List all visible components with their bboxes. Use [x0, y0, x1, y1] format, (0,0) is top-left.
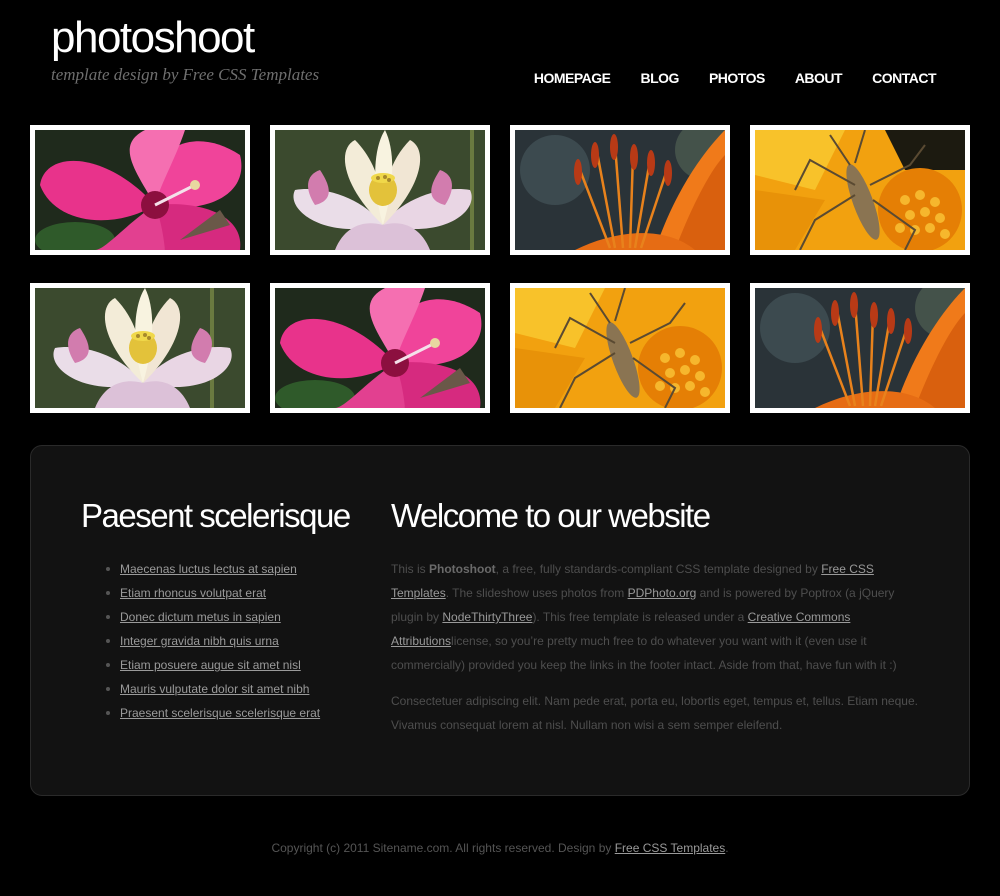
menu-homepage[interactable]: HOMEPAGE — [534, 70, 611, 86]
footer-end: . — [725, 841, 729, 855]
sidebar-link[interactable]: Integer gravida nibh quis urna — [120, 634, 279, 648]
pdphoto-link[interactable]: PDPhoto.org — [628, 586, 697, 600]
intro-text-g: license, so you’re pretty much free to d… — [391, 634, 897, 672]
logo-title: photoshoot — [51, 13, 255, 62]
lily-image — [515, 130, 725, 250]
menu-photos[interactable]: PHOTOS — [709, 70, 765, 86]
gallery-photo-lily-2[interactable] — [750, 283, 970, 413]
body-paragraph: Consectetuer adipiscing elit. Nam pede e… — [391, 694, 918, 732]
sidebar-link[interactable]: Maecenas luctus lectus at sapien — [120, 562, 297, 576]
list-item: Integer gravida nibh quis urna — [106, 629, 371, 653]
lotus-image — [275, 130, 485, 250]
list-item: Praesent scelerisque scelerisque erat — [106, 701, 371, 725]
content-title: Welcome to our website — [391, 497, 711, 534]
sidebar-link[interactable]: Donec dictum metus in sapien — [120, 610, 281, 624]
lily-image — [755, 288, 965, 408]
menu-contact[interactable]: CONTACT — [872, 70, 936, 86]
sidebar-title: Paesent scelerisque — [81, 497, 351, 534]
hibiscus-image — [35, 130, 245, 250]
gallery-photo-insect[interactable] — [750, 125, 970, 255]
hibiscus-image — [275, 288, 485, 408]
intro-template-name: Photoshoot — [429, 562, 496, 576]
footer: Copyright (c) 2011 Sitename.com. All rig… — [0, 841, 1000, 855]
gallery-photo-hibiscus[interactable] — [30, 125, 250, 255]
intro-text-a: This is — [391, 562, 430, 576]
intro-paragraph: This is Photoshoot, a free, fully standa… — [391, 557, 921, 677]
list-item: Donec dictum metus in sapien — [106, 605, 371, 629]
site-logo[interactable]: photoshoot template design by Free CSS Te… — [51, 14, 319, 85]
gallery-photo-lotus-2[interactable] — [30, 283, 250, 413]
list-item: Etiam posuere augue sit amet nisl — [106, 653, 371, 677]
gallery-photo-lily[interactable] — [510, 125, 730, 255]
footer-design-link[interactable]: Free CSS Templates — [615, 841, 726, 855]
sidebar-link[interactable]: Etiam posuere augue sit amet nisl — [120, 658, 301, 672]
gallery-photo-lotus[interactable] — [270, 125, 490, 255]
gallery-photo-insect-2[interactable] — [510, 283, 730, 413]
sidebar-link[interactable]: Mauris vulputate dolor sit amet nibh — [120, 682, 309, 696]
intro-text-c: , a free, fully standards-compliant CSS … — [495, 562, 818, 576]
lotus-image — [35, 288, 245, 408]
main-content: Welcome to our website This is Photoshoo… — [391, 496, 921, 737]
list-item: Mauris vulputate dolor sit amet nibh — [106, 677, 371, 701]
logo-subtitle-text: template design by — [51, 65, 179, 84]
list-item: Maecenas luctus lectus at sapien — [106, 557, 371, 581]
nodethirtythree-link[interactable]: NodeThirtyThree — [442, 610, 532, 624]
logo-credit: Free CSS Templates — [182, 65, 320, 84]
sidebar: Paesent scelerisque Maecenas luctus lect… — [81, 496, 371, 725]
sidebar-link[interactable]: Etiam rhoncus volutpat erat — [120, 586, 266, 600]
menu-blog[interactable]: BLOG — [640, 70, 679, 86]
list-item: Etiam rhoncus volutpat erat — [106, 581, 371, 605]
intro-text-d: . The slideshow uses photos from — [445, 586, 625, 600]
insect-flower-image — [515, 288, 725, 408]
content-panel: Paesent scelerisque Maecenas luctus lect… — [30, 445, 970, 796]
sidebar-list: Maecenas luctus lectus at sapien Etiam r… — [106, 557, 371, 725]
copyright-text: Copyright (c) 2011 Sitename.com. All rig… — [271, 841, 612, 855]
intro-text-f: ). This free template is released under … — [532, 610, 745, 624]
insect-flower-image — [755, 130, 965, 250]
gallery-photo-hibiscus-2[interactable] — [270, 283, 490, 413]
sidebar-link[interactable]: Praesent scelerisque scelerisque erat — [120, 706, 320, 720]
logo-subtitle: template design by Free CSS Templates — [51, 65, 319, 85]
menu-about[interactable]: ABOUT — [795, 70, 843, 86]
main-menu: HOMEPAGE BLOG PHOTOS ABOUT CONTACT — [504, 70, 937, 86]
